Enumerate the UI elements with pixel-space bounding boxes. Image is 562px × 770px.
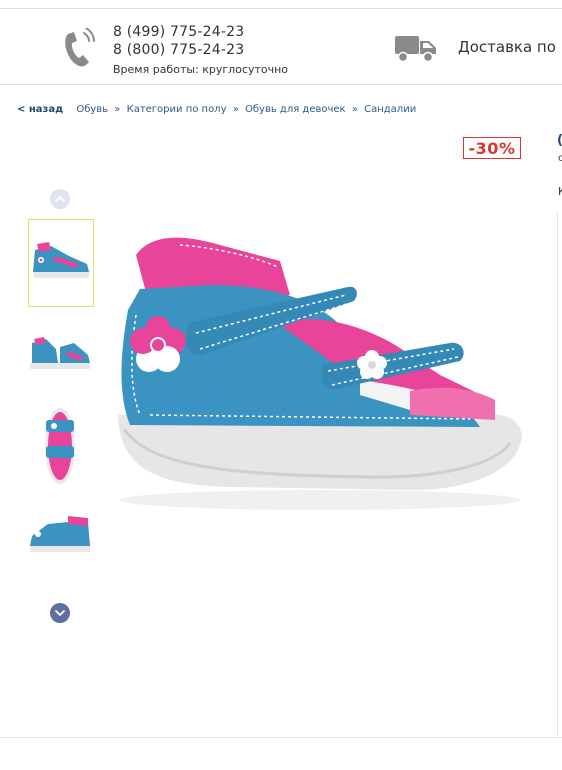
header-top-divider: [0, 8, 562, 9]
main-product-image[interactable]: [110, 215, 530, 515]
chevron-down-icon: [55, 610, 65, 616]
header-bottom-divider: [0, 84, 562, 85]
breadcrumb-item-sandals[interactable]: Сандалии: [364, 104, 416, 115]
phone-number-free[interactable]: 8 (800) 775-24-23: [113, 42, 244, 58]
breadcrumb-separator: »: [351, 104, 358, 115]
phone-icon: [65, 28, 95, 67]
delivery-link[interactable]: Доставка по: [458, 38, 556, 56]
breadcrumb-item-shoes[interactable]: Обувь: [76, 104, 108, 115]
content-bottom-divider: [0, 737, 562, 738]
chevron-up-icon: [55, 196, 65, 202]
gallery-thumbnail-3[interactable]: [28, 398, 94, 486]
gallery-thumbnail-2[interactable]: [28, 309, 94, 397]
gallery-scroll-down-button[interactable]: [50, 603, 70, 623]
product-subtitle-fragment: с: [558, 153, 562, 164]
breadcrumb-item-gender-categories[interactable]: Категории по полу: [127, 104, 227, 115]
breadcrumb-separator: »: [114, 104, 121, 115]
gallery-thumbnail-1[interactable]: [28, 219, 94, 307]
sandal-back-thumbnail-image: [30, 516, 90, 552]
delivery-truck-icon: [395, 36, 436, 63]
breadcrumb-separator: »: [232, 104, 239, 115]
product-info-fragment: К: [558, 185, 562, 198]
phone-number-moscow[interactable]: 8 (499) 775-24-23: [113, 24, 244, 40]
sandal-side-thumbnail-image: [33, 242, 89, 278]
sandal-top-thumbnail-image: [45, 408, 75, 484]
right-panel-border: [557, 212, 558, 737]
sandal-pair-thumbnail-image: [30, 337, 90, 369]
product-title-fragment: (: [557, 133, 562, 148]
gallery-scroll-up-button[interactable]: [50, 189, 70, 209]
gallery-thumbnail-4[interactable]: [28, 488, 94, 576]
discount-badge: -30%: [463, 137, 521, 159]
breadcrumb-item-girls-shoes[interactable]: Обувь для девочек: [245, 104, 346, 115]
back-link[interactable]: < назад: [17, 104, 63, 115]
breadcrumb: < назад Обувь » Категории по полу » Обув…: [17, 104, 416, 115]
working-hours: Время работы: круглосуточно: [113, 63, 289, 76]
